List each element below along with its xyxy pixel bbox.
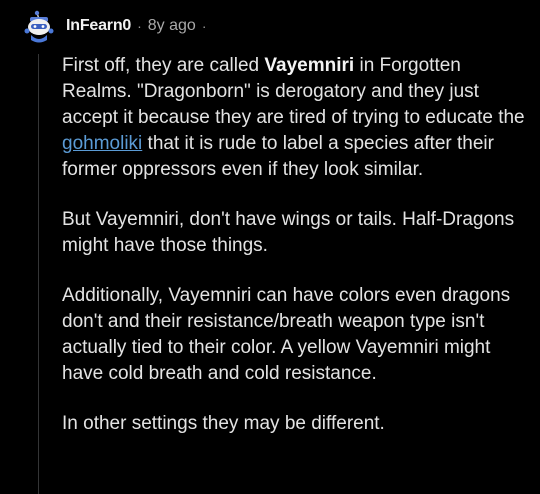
gohmoliki-link[interactable]: gohmoliki	[62, 133, 142, 154]
comment-paragraph-2: But Vayemniri, don't have wings or tails…	[62, 209, 515, 256]
bold-text: Vayemniri	[264, 55, 355, 76]
snoo-avatar-icon	[24, 10, 54, 43]
comment-paragraph-1: First off, they are called Vayemniri in …	[62, 53, 532, 183]
thread-line[interactable]	[38, 54, 39, 494]
comment-body: First off, they are called Vayemniri in …	[62, 53, 532, 461]
author-username[interactable]: InFearn0	[66, 17, 131, 35]
meta-separator-trailing: ·	[201, 18, 207, 34]
comment-paragraph-4: In other settings they may be different.	[62, 413, 385, 434]
comment-header: InFearn0 · 8y ago ·	[66, 14, 206, 38]
paragraph-text: First off, they are called	[62, 55, 265, 76]
comment: InFearn0 · 8y ago · First off, they are …	[0, 0, 540, 494]
meta-separator: ·	[137, 18, 142, 34]
user-avatar[interactable]	[22, 10, 56, 44]
comment-age[interactable]: 8y ago	[148, 17, 196, 35]
comment-paragraph-3: Additionally, Vayemniri can have colors …	[62, 285, 511, 384]
